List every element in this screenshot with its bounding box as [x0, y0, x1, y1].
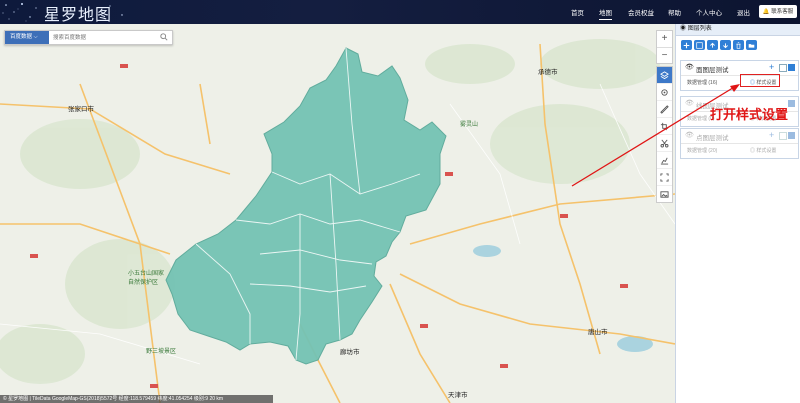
eye-icon: ◉ [680, 26, 687, 32]
image-tool-button[interactable] [657, 186, 672, 202]
folder-icon [748, 43, 755, 48]
fullscreen-tool-button[interactable] [657, 169, 672, 186]
label-tangshan: 唐山市 [588, 329, 608, 336]
eye-off-icon[interactable]: 👁 [685, 131, 694, 139]
settings-icon[interactable] [788, 64, 795, 71]
download-button[interactable] [720, 40, 731, 50]
panel-title: 图层列表 [687, 26, 712, 32]
chart-icon [660, 157, 669, 165]
layer-panel: ◉ 图层列表 👁 面图层测试 + 数据管理 (16) ◎ 样式设置 👁 线图层测… [675, 24, 800, 403]
trash-icon [736, 41, 741, 49]
label-langfang: 廊坊市 [340, 349, 360, 356]
delete-button[interactable] [733, 40, 744, 50]
data-manage-link[interactable]: 数据管理 (20) [687, 147, 717, 154]
label-zhangjiakou: 张家口市 [68, 106, 94, 113]
nav-user-center[interactable]: 个人中心 [696, 7, 722, 17]
nav-home[interactable]: 首页 [571, 7, 584, 17]
edit-icon[interactable] [779, 132, 787, 140]
fullscreen-icon [660, 172, 669, 182]
style-settings-button[interactable]: ◎ 样式设置 [747, 146, 779, 155]
panel-header: ◉ 图层列表 [676, 24, 800, 36]
measure-tool-button[interactable] [657, 101, 672, 118]
contact-label: 联系客服 [771, 9, 794, 15]
label-chengde: 承德市 [538, 69, 558, 76]
upload-button[interactable] [707, 40, 718, 50]
palette-icon: ◎ [750, 148, 756, 154]
layer-card-point: 👁 点图层测试 + 数据管理 (20) ◎ 样式设置 [680, 128, 799, 159]
map-status-bar: © 星罗地图 | TileData GoogleMap-GS(2018)5572… [0, 395, 273, 403]
nav-membership[interactable]: 会员权益 [628, 7, 654, 17]
label-xiaowutai: 小五台山国家 自然保护区 [128, 271, 165, 286]
download-icon [723, 42, 728, 48]
bell-icon: 🔔 [762, 9, 770, 15]
layers-tool-button[interactable] [657, 67, 672, 84]
chart-tool-button[interactable] [657, 152, 672, 169]
zoom-out-button[interactable]: − [657, 48, 672, 64]
image-icon [660, 190, 669, 198]
layer-name: 面图层测试 [696, 67, 729, 74]
zoom-control: + − [656, 30, 673, 64]
nav-help[interactable]: 帮助 [668, 7, 681, 17]
map-toolbar [656, 66, 673, 203]
brand-title: 星罗地图 [44, 5, 113, 24]
import-icon [696, 41, 703, 49]
search-bar: 百度数据 ⌵ [4, 30, 173, 45]
layer-name: 点图层测试 [696, 135, 729, 142]
label-wuling: 雾灵山 [460, 122, 479, 128]
data-manage-link[interactable]: 数据管理 (16) [687, 79, 717, 86]
add-icon[interactable]: + [769, 62, 774, 72]
layer-actions: 数据管理 (20) ◎ 样式设置 [681, 144, 798, 158]
data-source-select[interactable]: 百度数据 ⌵ [5, 31, 49, 44]
crosshair-icon [661, 88, 668, 96]
label-tianjin: 天津市 [448, 392, 468, 399]
data-source-label: 百度数据 [10, 34, 33, 40]
settings-icon[interactable] [788, 100, 795, 107]
zoom-in-button[interactable]: + [657, 31, 672, 48]
annotation-text: 打开样式设置 [710, 108, 789, 123]
upload-icon [710, 42, 715, 48]
annotation-highlight-box [740, 74, 780, 87]
crop-tool-button[interactable] [657, 118, 672, 135]
nav-map[interactable]: 地图 [599, 7, 612, 20]
locate-tool-button[interactable] [657, 84, 672, 101]
crop-icon [660, 122, 669, 130]
edit-icon[interactable] [779, 64, 787, 72]
style-settings-label: 样式设置 [756, 148, 777, 154]
map-canvas[interactable]: 张家口市 承德市 唐山市 天津市 廊坊市 野三坡景区 小五台山国家 自然保护区 … [0, 24, 675, 403]
eye-icon[interactable]: 👁 [685, 63, 694, 71]
eye-off-icon[interactable]: 👁 [685, 99, 694, 107]
search-input[interactable] [51, 32, 155, 44]
panel-toolbar [676, 36, 800, 54]
ruler-icon [660, 104, 669, 114]
layer-add-icon [683, 42, 690, 48]
new-layer-button[interactable] [681, 40, 692, 50]
scissors-icon [660, 139, 669, 147]
add-icon[interactable]: + [769, 130, 774, 140]
label-yesanpo: 野三坡景区 [146, 349, 177, 355]
app-header: 星罗地图 首页 地图 会员权益 帮助 个人中心 退出 🔔 联系客服 [0, 0, 800, 24]
search-icon[interactable] [160, 33, 168, 41]
chevron-down-icon: ⌵ [33, 34, 38, 40]
settings-icon[interactable] [788, 132, 795, 139]
layers-icon [660, 70, 669, 79]
nav-logout[interactable]: 退出 [737, 7, 750, 17]
scissors-tool-button[interactable] [657, 135, 672, 152]
layer-header: 👁 点图层测试 + [681, 129, 798, 144]
contact-support-button[interactable]: 🔔 联系客服 [759, 5, 797, 18]
folder-button[interactable] [746, 40, 757, 50]
import-button[interactable] [694, 40, 705, 50]
